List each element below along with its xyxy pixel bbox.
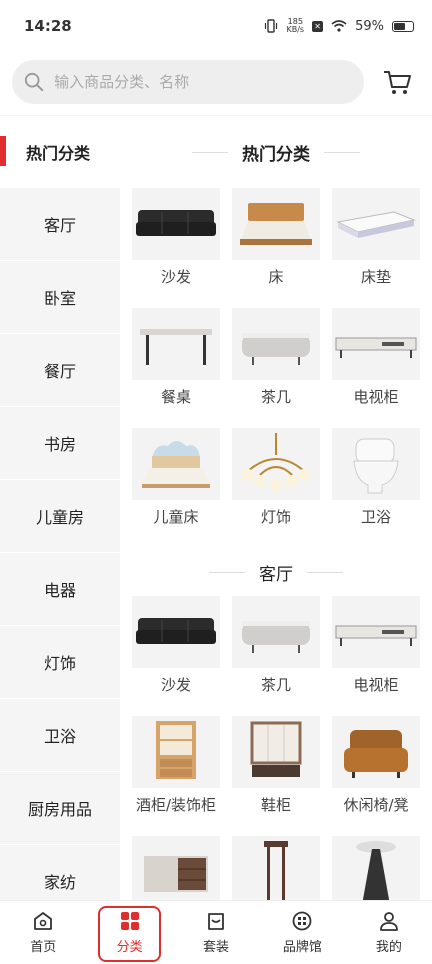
hot-grid: 沙发 床 床垫 餐桌 茶几 电视柜 儿童床 灯饰 卫浴	[120, 188, 432, 548]
wine-cabinet-image	[132, 716, 220, 788]
sidebar-item-hot[interactable]: 热门分类	[0, 116, 120, 188]
tab-category[interactable]: 分类	[86, 901, 172, 964]
sidebar-item-bathroom[interactable]: 卫浴	[0, 699, 120, 772]
product-label: 电视柜	[353, 388, 399, 406]
product-cell-mattress[interactable]: 床垫	[332, 188, 420, 308]
bed-image	[232, 188, 320, 260]
coffee-table-image	[232, 596, 320, 668]
lounge-chair-image	[332, 716, 420, 788]
sidebar-item-textiles[interactable]: 家纺	[0, 845, 120, 900]
chandelier-image	[232, 428, 320, 500]
product-label: 灯饰	[260, 508, 291, 526]
status-time: 14:28	[24, 17, 72, 35]
sideboard-image	[132, 836, 220, 900]
brand-icon	[293, 911, 312, 931]
battery-icon	[392, 20, 414, 32]
bottom-tab-bar: 首页 分类 套装 品牌馆 我的	[0, 900, 432, 964]
sidebar-item-bedroom[interactable]: 卧室	[0, 261, 120, 334]
shopping-bag-icon	[208, 913, 224, 930]
product-cell-bathroom[interactable]: 卫浴	[332, 428, 420, 548]
sidebar-item-dining[interactable]: 餐厅	[0, 334, 120, 407]
product-label: 酒柜/装饰柜	[135, 796, 217, 814]
shoe-cabinet-image	[232, 716, 320, 788]
tv-cabinet-image	[332, 308, 420, 380]
sidebar-item-kids-room[interactable]: 儿童房	[0, 480, 120, 553]
vibrate-icon	[265, 19, 278, 33]
section-title-living-room: 客厅	[120, 548, 432, 596]
product-label: 茶几	[260, 388, 291, 406]
sidebar-item-study[interactable]: 书房	[0, 407, 120, 480]
dining-table-image	[132, 308, 220, 380]
search-bar[interactable]	[12, 60, 364, 104]
battery-percent: 59%	[355, 18, 384, 34]
product-cell-sofa[interactable]: 沙发	[132, 188, 220, 308]
product-cell-dining-table[interactable]: 餐桌	[132, 308, 220, 428]
tab-home-label: 首页	[30, 940, 57, 955]
product-cell-coffee-table[interactable]: 茶几	[232, 308, 320, 428]
active-tab-highlight	[98, 906, 161, 962]
product-cell-lighting[interactable]: 灯饰	[232, 428, 320, 548]
product-label: 沙发	[160, 676, 191, 694]
kids-bed-image	[132, 428, 220, 500]
product-cell-tv-cabinet[interactable]: 电视柜	[332, 596, 420, 716]
product-label: 餐桌	[160, 388, 191, 406]
product-label: 床	[268, 268, 284, 286]
tab-suite[interactable]: 套装	[173, 901, 259, 964]
product-cell-sideboard[interactable]	[132, 836, 220, 900]
coffee-table-image	[232, 308, 320, 380]
product-cell-kids-bed[interactable]: 儿童床	[132, 428, 220, 548]
sidebar-item-lighting[interactable]: 灯饰	[0, 626, 120, 699]
product-cell-shoe-cabinet[interactable]: 鞋柜	[232, 716, 320, 836]
wifi-icon	[331, 20, 347, 32]
living-room-grid: 沙发 茶几 电视柜 酒柜/装饰柜 鞋柜 休闲椅/凳	[120, 596, 432, 900]
search-icon	[24, 72, 44, 92]
product-cell-side-table[interactable]	[232, 836, 320, 900]
product-cell-bed[interactable]: 床	[232, 188, 320, 308]
search-row	[0, 52, 432, 112]
floor-lamp-image	[332, 836, 420, 900]
product-label: 休闲椅/凳	[343, 796, 409, 814]
product-label: 儿童床	[153, 508, 199, 526]
product-cell-coffee-table[interactable]: 茶几	[232, 596, 320, 716]
product-cell-floor-lamp[interactable]	[332, 836, 420, 900]
tab-mine[interactable]: 我的	[346, 901, 432, 964]
section-title-hot: 热门分类	[120, 116, 432, 188]
category-content: 热门分类 沙发 床 床垫 餐桌 茶几 电视柜 儿童床 灯饰 卫浴 客厅 沙发 茶…	[120, 116, 432, 900]
sidebar-item-kitchen[interactable]: 厨房用品	[0, 772, 120, 845]
category-sidebar: 热门分类 客厅 卧室 餐厅 书房 儿童房 电器 灯饰 卫浴 厨房用品 家纺	[0, 116, 120, 900]
user-icon	[379, 912, 398, 931]
notification-x-icon: ✕	[312, 20, 324, 32]
tab-home[interactable]: 首页	[0, 901, 86, 964]
product-label: 沙发	[160, 268, 191, 286]
product-cell-lounge-chair[interactable]: 休闲椅/凳	[332, 716, 420, 836]
home-icon	[34, 912, 53, 930]
sidebar-item-appliances[interactable]: 电器	[0, 553, 120, 626]
product-label: 电视柜	[353, 676, 399, 694]
tab-suite-label: 套装	[203, 940, 230, 955]
sidebar-item-living-room[interactable]: 客厅	[0, 188, 120, 261]
status-bar: 14:28 185 KB/s ✕ 59%	[0, 0, 432, 52]
side-table-image	[232, 836, 320, 900]
search-input[interactable]	[54, 73, 364, 91]
cart-icon[interactable]	[382, 67, 412, 97]
product-cell-tv-cabinet[interactable]: 电视柜	[332, 308, 420, 428]
product-label: 卫浴	[360, 508, 391, 526]
product-cell-sofa[interactable]: 沙发	[132, 596, 220, 716]
mattress-image	[332, 188, 420, 260]
tab-mine-label: 我的	[375, 940, 402, 955]
sofa-image	[132, 596, 220, 668]
product-label: 茶几	[260, 676, 291, 694]
tab-brand[interactable]: 品牌馆	[259, 901, 345, 964]
status-icons: 185 KB/s ✕ 59%	[264, 18, 414, 34]
product-label: 鞋柜	[260, 796, 291, 814]
sofa-image	[132, 188, 220, 260]
net-speed: 185 KB/s	[286, 17, 305, 34]
tv-cabinet-image	[332, 596, 420, 668]
product-cell-wine-cabinet[interactable]: 酒柜/装饰柜	[132, 716, 220, 836]
product-label: 床垫	[360, 268, 391, 286]
toilet-image	[332, 428, 420, 500]
tab-brand-label: 品牌馆	[282, 940, 322, 955]
